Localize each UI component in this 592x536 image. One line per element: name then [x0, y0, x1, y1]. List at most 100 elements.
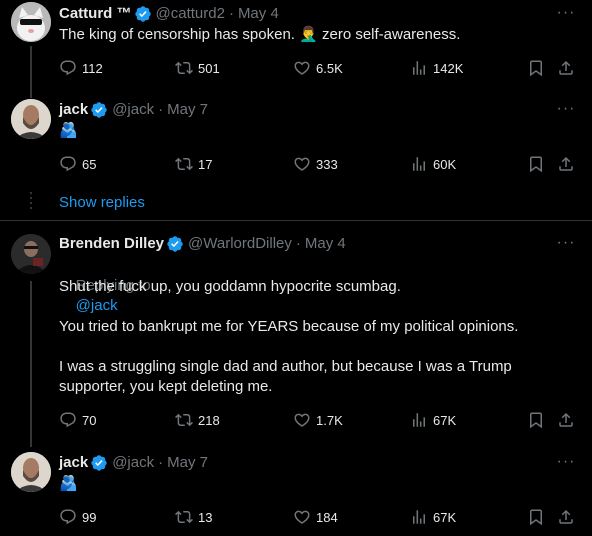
tweet-text: The king of censorship has spoken. 🤦‍♂️ … [59, 26, 461, 43]
like-button[interactable]: 6.5K [293, 58, 343, 78]
handle[interactable]: @WarlordDilley [188, 234, 292, 254]
reply-button[interactable]: 70 [59, 410, 96, 430]
verified-icon [134, 5, 152, 23]
bookmark-button[interactable] [527, 410, 545, 430]
timestamp[interactable]: May 4 [305, 234, 346, 254]
retweet-button[interactable]: 17 [175, 154, 212, 174]
avatar[interactable] [11, 452, 51, 492]
like-count: 184 [316, 509, 338, 525]
views-count: 142K [433, 60, 464, 76]
avatar[interactable] [11, 234, 51, 274]
retweet-icon [175, 155, 193, 173]
like-icon [293, 411, 311, 429]
more-icon[interactable]: ··· [556, 235, 576, 256]
timestamp[interactable]: May 4 [238, 4, 279, 24]
show-replies-link[interactable]: Show replies [59, 194, 145, 211]
tweet-text: Shut the fuck up, you goddamn hypocrite … [59, 278, 519, 395]
bookmark-icon [527, 155, 545, 173]
more-icon[interactable]: ··· [556, 101, 576, 122]
reply-icon [59, 411, 77, 429]
retweet-icon [175, 508, 193, 526]
like-button[interactable]: 333 [293, 154, 338, 174]
thread-dots [30, 192, 32, 212]
reply-button[interactable]: 112 [59, 58, 103, 78]
retweet-button[interactable]: 218 [175, 410, 220, 430]
share-icon [557, 59, 575, 77]
share-icon [557, 155, 575, 173]
like-icon [293, 508, 311, 526]
bookmark-button[interactable] [527, 58, 545, 78]
tweet-jack-reply-2[interactable]: jack @jack · May 7 ··· 🫂 99 13 184 67K [0, 445, 592, 536]
views-button[interactable]: 142K [410, 58, 463, 78]
handle[interactable]: @jack [112, 453, 154, 473]
retweet-icon [175, 411, 193, 429]
jack-avatar-icon [11, 452, 51, 492]
reply-icon [59, 508, 77, 526]
avatar[interactable] [11, 99, 51, 139]
like-icon [293, 59, 311, 77]
share-button[interactable] [557, 58, 575, 78]
like-count: 6.5K [316, 60, 343, 76]
like-icon [293, 155, 311, 173]
views-icon [410, 155, 428, 173]
verified-icon [90, 454, 108, 472]
tweet-header: jack @jack · May 7 [59, 453, 208, 473]
views-button[interactable]: 67K [410, 507, 456, 527]
share-icon [557, 508, 575, 526]
like-button[interactable]: 1.7K [293, 410, 343, 430]
retweet-button[interactable]: 13 [175, 507, 212, 527]
brenden-avatar-icon [11, 234, 51, 274]
avatar[interactable] [11, 2, 51, 42]
tweet-text: 🫂 [59, 122, 78, 139]
views-button[interactable]: 60K [410, 154, 456, 174]
views-count: 67K [433, 509, 457, 525]
more-icon[interactable]: ··· [556, 5, 576, 26]
retweet-count: 218 [198, 412, 220, 428]
more-icon[interactable]: ··· [556, 454, 576, 475]
views-icon [410, 508, 428, 526]
reply-count: 70 [82, 412, 97, 428]
tweet-catturd[interactable]: Catturd ™ @catturd2 · May 4 ··· The king… [0, 0, 592, 98]
retweet-count: 17 [198, 156, 213, 172]
share-button[interactable] [557, 507, 575, 527]
views-icon [410, 411, 428, 429]
display-name[interactable]: Brenden Dilley [59, 234, 164, 254]
display-name[interactable]: jack [59, 453, 88, 473]
reply-count: 112 [82, 60, 103, 76]
reply-count: 99 [82, 509, 97, 525]
separator-dot: · [295, 235, 301, 252]
bookmark-button[interactable] [527, 507, 545, 527]
like-button[interactable]: 184 [293, 507, 338, 527]
bookmark-button[interactable] [527, 154, 545, 174]
retweet-icon [175, 59, 193, 77]
handle[interactable]: @catturd2 [156, 4, 225, 24]
retweet-count: 501 [198, 60, 220, 76]
cat-avatar-icon [11, 2, 51, 42]
bookmark-icon [527, 508, 545, 526]
reply-button[interactable]: 65 [59, 154, 96, 174]
timestamp[interactable]: May 7 [167, 100, 208, 120]
views-button[interactable]: 67K [410, 410, 456, 430]
display-name[interactable]: jack [59, 100, 88, 120]
views-icon [410, 59, 428, 77]
views-count: 67K [433, 412, 457, 428]
share-icon [557, 411, 575, 429]
handle[interactable]: @jack [112, 100, 154, 120]
verified-icon [166, 235, 184, 253]
thread-line [30, 281, 32, 447]
tweet-header: Catturd ™ @catturd2 · May 4 [59, 4, 279, 24]
thread-line [30, 46, 32, 98]
display-name[interactable]: Catturd ™ [59, 4, 132, 24]
bookmark-icon [527, 411, 545, 429]
bookmark-icon [527, 59, 545, 77]
share-button[interactable] [557, 154, 575, 174]
reply-icon [59, 155, 77, 173]
timestamp[interactable]: May 7 [167, 453, 208, 473]
tweet-jack-reply-1[interactable]: jack @jack · May 7 ··· 🫂 65 17 333 60K [0, 96, 592, 186]
tweet-brenden-dilley[interactable]: Brenden Dilley @WarlordDilley · May 4 ··… [0, 221, 592, 447]
tweet-header: Brenden Dilley @WarlordDilley · May 4 [59, 234, 346, 254]
retweet-button[interactable]: 501 [175, 58, 220, 78]
reply-button[interactable]: 99 [59, 507, 96, 527]
separator-dot: · [228, 5, 234, 22]
share-button[interactable] [557, 410, 575, 430]
